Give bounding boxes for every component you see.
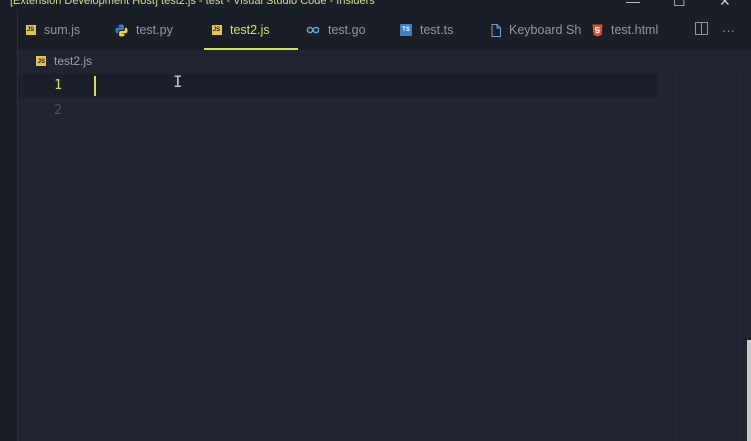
breadcrumb: JS test2.js bbox=[18, 50, 751, 72]
tab-label: test.py bbox=[136, 23, 173, 37]
tab-test-go[interactable]: test.go bbox=[306, 10, 366, 50]
minimize-button[interactable]: — bbox=[626, 0, 640, 8]
activity-bar-edge bbox=[0, 10, 18, 441]
line-number: 2 bbox=[54, 103, 62, 118]
more-actions-icon[interactable]: ··· bbox=[722, 23, 735, 38]
mouse-ibeam-icon: I bbox=[173, 72, 183, 91]
line-number: 1 bbox=[54, 78, 62, 93]
tab-bar: JS sum.js test.py JS test2.js test.go TS… bbox=[18, 10, 751, 50]
minimap-divider bbox=[676, 72, 677, 441]
maximize-button[interactable]: ☐ bbox=[673, 0, 686, 8]
current-line-highlight bbox=[18, 74, 658, 98]
tab-label: test2.js bbox=[230, 23, 270, 37]
python-icon bbox=[115, 24, 128, 37]
title-bar: [Extension Development Host] test2.js - … bbox=[0, 0, 751, 10]
tab-keyboard-shortcuts[interactable]: Keyboard Sh bbox=[491, 10, 581, 50]
tab-test-py[interactable]: test.py bbox=[115, 10, 173, 50]
tab-label: test.ts bbox=[420, 23, 454, 37]
scrollbar-thumb[interactable] bbox=[747, 340, 751, 441]
html5-icon bbox=[592, 24, 603, 37]
tab-label: sum.js bbox=[44, 23, 81, 37]
breadcrumb-file[interactable]: test2.js bbox=[54, 54, 92, 68]
go-icon bbox=[306, 26, 320, 34]
code-editor[interactable]: 1 2 I bbox=[18, 72, 740, 441]
tab-test-ts[interactable]: TS test.ts bbox=[400, 10, 453, 50]
tab-label: Keyboard Sh bbox=[509, 23, 582, 37]
js-icon: JS bbox=[36, 56, 46, 66]
tab-label: test.html bbox=[611, 23, 659, 37]
close-button[interactable]: ✕ bbox=[719, 0, 731, 8]
file-icon bbox=[491, 23, 501, 37]
ts-icon: TS bbox=[400, 24, 412, 36]
tab-actions: ··· bbox=[695, 10, 735, 50]
tab-test-html[interactable]: test.html bbox=[592, 10, 658, 50]
tab-sum-js[interactable]: JS sum.js bbox=[26, 10, 80, 50]
split-editor-icon[interactable] bbox=[695, 22, 708, 38]
js-icon: JS bbox=[212, 25, 222, 35]
tab-test2-js[interactable]: JS test2.js bbox=[204, 10, 298, 50]
tab-label: test.go bbox=[328, 23, 366, 37]
window-title: [Extension Development Host] test2.js - … bbox=[10, 0, 375, 7]
text-cursor bbox=[94, 76, 96, 96]
js-icon: JS bbox=[26, 25, 36, 35]
